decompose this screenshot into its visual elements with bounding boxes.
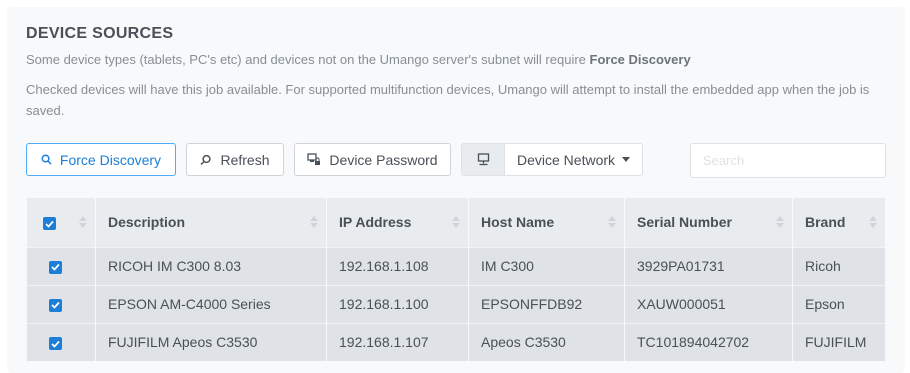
row-checkbox[interactable] <box>49 337 62 351</box>
search-input[interactable] <box>690 143 886 178</box>
ip-cell: 192.168.1.107 <box>326 322 469 361</box>
column-header-ip[interactable]: IP Address <box>326 198 469 247</box>
description-cell: FUJIFILM Apeos C3530 <box>95 322 327 361</box>
note-text: Some device types (tablets, PC's etc) an… <box>26 52 590 67</box>
row-checkbox[interactable] <box>49 298 62 312</box>
select-all-header <box>27 198 96 247</box>
sort-icon <box>776 216 784 229</box>
brand-header-label: Brand <box>805 214 846 231</box>
note-bold: Force Discovery <box>589 52 691 67</box>
ip-cell: 192.168.1.108 <box>326 246 469 285</box>
serial-cell: XAUW000051 <box>624 284 793 323</box>
refresh-label: Refresh <box>220 151 270 168</box>
column-header-brand[interactable]: Brand <box>793 198 886 247</box>
device-password-button[interactable]: Device Password <box>294 143 451 176</box>
device-network-toggle[interactable]: Device Network <box>505 144 642 175</box>
refresh-button[interactable]: Refresh <box>186 143 284 176</box>
sort-icon <box>452 216 460 229</box>
row-select-cell <box>27 284 96 323</box>
sort-icon <box>310 216 318 229</box>
brand-cell: FUJIFILM <box>792 322 885 361</box>
host-cell: EPSONFFDB92 <box>468 284 625 323</box>
force-discovery-button[interactable]: Force Discovery <box>26 143 176 176</box>
description-cell: EPSON AM-C4000 Series <box>95 284 327 323</box>
device-table: Description IP Address Host Name Serial … <box>27 198 885 361</box>
column-header-serial[interactable]: Serial Number <box>624 198 793 247</box>
force-discovery-label: Force Discovery <box>59 151 162 168</box>
force-discovery-note: Some device types (tablets, PC's etc) an… <box>26 49 691 70</box>
sort-icon[interactable] <box>79 216 87 229</box>
row-select-cell <box>27 322 96 361</box>
sort-icon <box>869 216 877 229</box>
chevron-down-icon <box>622 157 631 162</box>
brand-cell: Epson <box>792 284 885 323</box>
device-lock-icon <box>307 153 321 166</box>
description-header-label: Description <box>108 214 186 231</box>
sort-icon <box>608 216 616 229</box>
brand-cell: Ricoh <box>792 246 885 285</box>
serial-header-label: Serial Number <box>637 214 732 231</box>
table-row[interactable]: EPSON AM-C4000 Series 192.168.1.100 EPSO… <box>27 284 885 323</box>
column-header-host[interactable]: Host Name <box>468 198 625 247</box>
table-row[interactable]: RICOH IM C300 8.03 192.168.1.108 IM C300… <box>27 246 885 285</box>
serial-cell: 3929PA01731 <box>624 246 793 285</box>
device-network-label: Device Network <box>516 151 616 168</box>
table-row[interactable]: FUJIFILM Apeos C3530 192.168.1.107 Apeos… <box>27 322 885 361</box>
device-network-dropdown[interactable]: Device Network <box>461 143 643 176</box>
select-all-checkbox[interactable] <box>43 217 56 231</box>
table-header-row: Description IP Address Host Name Serial … <box>27 198 885 247</box>
row-select-cell <box>27 246 96 285</box>
section-title: DEVICE SOURCES <box>26 25 174 42</box>
ip-header-label: IP Address <box>339 214 412 231</box>
network-monitor-icon <box>462 144 505 175</box>
host-header-label: Host Name <box>481 214 555 231</box>
ip-cell: 192.168.1.100 <box>326 284 469 323</box>
search-icon <box>41 154 52 165</box>
host-cell: Apeos C3530 <box>468 322 625 361</box>
serial-cell: TC101894042702 <box>624 322 793 361</box>
column-header-description[interactable]: Description <box>95 198 327 247</box>
row-checkbox[interactable] <box>49 260 62 274</box>
checked-devices-note: Checked devices will have this job avail… <box>26 82 870 118</box>
device-password-label: Device Password <box>329 151 438 168</box>
description-cell: RICOH IM C300 8.03 <box>95 246 327 285</box>
refresh-search-icon <box>200 154 212 166</box>
host-cell: IM C300 <box>468 246 625 285</box>
